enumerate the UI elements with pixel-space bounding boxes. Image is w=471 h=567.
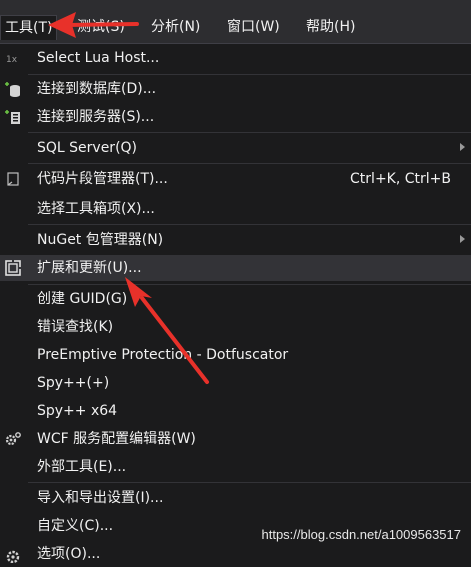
options-gear-icon bbox=[6, 550, 20, 563]
menu-item-select-lua-host[interactable]: 1x Select Lua Host... bbox=[0, 45, 471, 71]
menu-test[interactable]: 测试(S) bbox=[77, 17, 125, 37]
menu-separator bbox=[28, 284, 471, 285]
menu-item-connect-database[interactable]: 连接到数据库(D)... bbox=[0, 76, 471, 102]
menu-item-label: 连接到服务器(S)... bbox=[37, 109, 155, 125]
menu-analyze[interactable]: 分析(N) bbox=[151, 17, 200, 37]
menu-item-label: 错误查找(K) bbox=[37, 319, 114, 335]
tools-dropdown-menu: 1x Select Lua Host... 连接到数据库(D)... 连接到服务… bbox=[0, 44, 471, 563]
menu-item-label: 连接到数据库(D)... bbox=[37, 81, 157, 97]
menu-bar: 工具(T) 测试(S) 分析(N) 窗口(W) 帮助(H) bbox=[0, 0, 471, 44]
menu-item-label: Select Lua Host... bbox=[37, 50, 160, 66]
menu-item-label: Spy++(+) bbox=[37, 375, 110, 391]
menu-item-spy-plus-plus[interactable]: Spy++(+) bbox=[0, 370, 471, 396]
wcf-config-icon bbox=[5, 432, 21, 446]
menu-item-label: 自定义(C)... bbox=[37, 518, 114, 534]
menu-item-create-guid[interactable]: 创建 GUID(G) bbox=[0, 286, 471, 312]
connect-server-icon bbox=[5, 110, 20, 124]
menu-item-label: 扩展和更新(U)... bbox=[37, 260, 142, 276]
menu-item-label: 选项(O)... bbox=[37, 546, 101, 562]
menu-item-nuget-package-manager[interactable]: NuGet 包管理器(N) bbox=[0, 227, 471, 253]
menu-item-sql-server[interactable]: SQL Server(Q) bbox=[0, 135, 471, 161]
menu-item-error-lookup[interactable]: 错误查找(K) bbox=[0, 314, 471, 340]
menu-item-label: 代码片段管理器(T)... bbox=[37, 171, 168, 187]
menu-separator bbox=[28, 482, 471, 483]
menu-tools[interactable]: 工具(T) bbox=[0, 15, 58, 40]
svg-text:1x: 1x bbox=[6, 55, 18, 65]
connect-database-icon bbox=[5, 82, 20, 97]
menu-item-label: 导入和导出设置(I)... bbox=[37, 490, 164, 506]
menu-item-label: 外部工具(E)... bbox=[37, 459, 127, 475]
menu-item-label: WCF 服务配置编辑器(W) bbox=[37, 431, 196, 447]
menu-item-spy-plus-plus-x64[interactable]: Spy++ x64 bbox=[0, 398, 471, 424]
menu-item-label: NuGet 包管理器(N) bbox=[37, 232, 164, 248]
extensions-icon bbox=[5, 259, 22, 276]
menu-item-label: Spy++ x64 bbox=[37, 403, 118, 419]
lua-host-icon: 1x bbox=[6, 55, 18, 65]
menu-window[interactable]: 窗口(W) bbox=[227, 17, 280, 37]
menu-separator bbox=[28, 74, 471, 75]
menu-help[interactable]: 帮助(H) bbox=[306, 17, 355, 37]
menu-item-import-export-settings[interactable]: 导入和导出设置(I)... bbox=[0, 485, 471, 511]
menu-item-label: SQL Server(Q) bbox=[37, 140, 138, 156]
menu-separator bbox=[28, 132, 471, 133]
menu-item-external-tools[interactable]: 外部工具(E)... bbox=[0, 454, 471, 480]
menu-item-connect-server[interactable]: 连接到服务器(S)... bbox=[0, 104, 471, 130]
menu-item-choose-toolbox-items[interactable]: 选择工具箱项(X)... bbox=[0, 196, 471, 222]
menu-separator bbox=[28, 224, 471, 225]
menu-item-wcf-config-editor[interactable]: WCF 服务配置编辑器(W) bbox=[0, 426, 471, 452]
watermark-text: https://blog.csdn.net/a1009563517 bbox=[261, 527, 462, 542]
menu-item-extensions-and-updates[interactable]: 扩展和更新(U)... bbox=[0, 255, 471, 281]
menu-item-label: 选择工具箱项(X)... bbox=[37, 201, 155, 217]
menu-item-label: 创建 GUID(G) bbox=[37, 291, 128, 307]
code-snippet-icon bbox=[7, 172, 19, 186]
submenu-arrow-icon bbox=[460, 143, 465, 151]
menu-item-dotfuscator[interactable]: PreEmptive Protection - Dotfuscator bbox=[0, 342, 471, 368]
menu-separator bbox=[28, 163, 471, 164]
menu-item-code-snippets-manager[interactable]: 代码片段管理器(T)... Ctrl+K, Ctrl+B bbox=[0, 166, 471, 192]
menu-item-shortcut: Ctrl+K, Ctrl+B bbox=[350, 171, 451, 187]
menu-item-options[interactable]: 选项(O)... bbox=[0, 541, 471, 567]
menu-item-label: PreEmptive Protection - Dotfuscator bbox=[37, 347, 289, 363]
submenu-arrow-icon bbox=[460, 235, 465, 243]
